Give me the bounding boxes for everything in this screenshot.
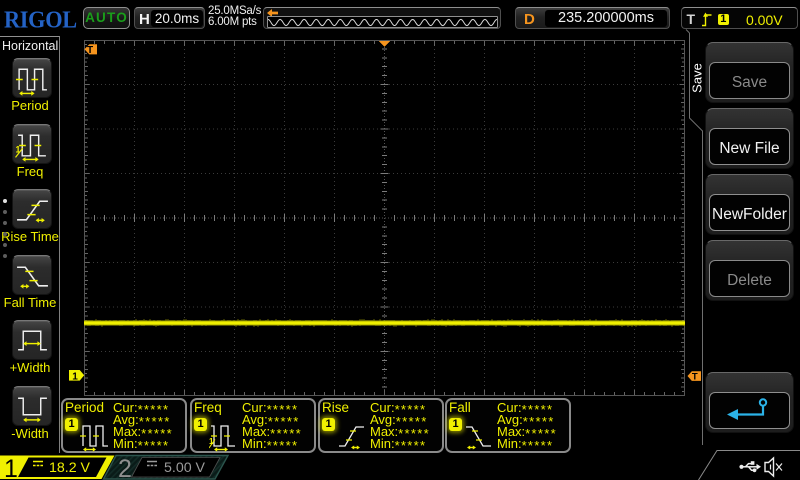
- svg-text:18.2 V: 18.2 V: [49, 460, 91, 476]
- svg-text:2: 2: [118, 455, 132, 480]
- svg-text:1: 1: [4, 455, 18, 480]
- svg-text:5.00 V: 5.00 V: [164, 460, 206, 476]
